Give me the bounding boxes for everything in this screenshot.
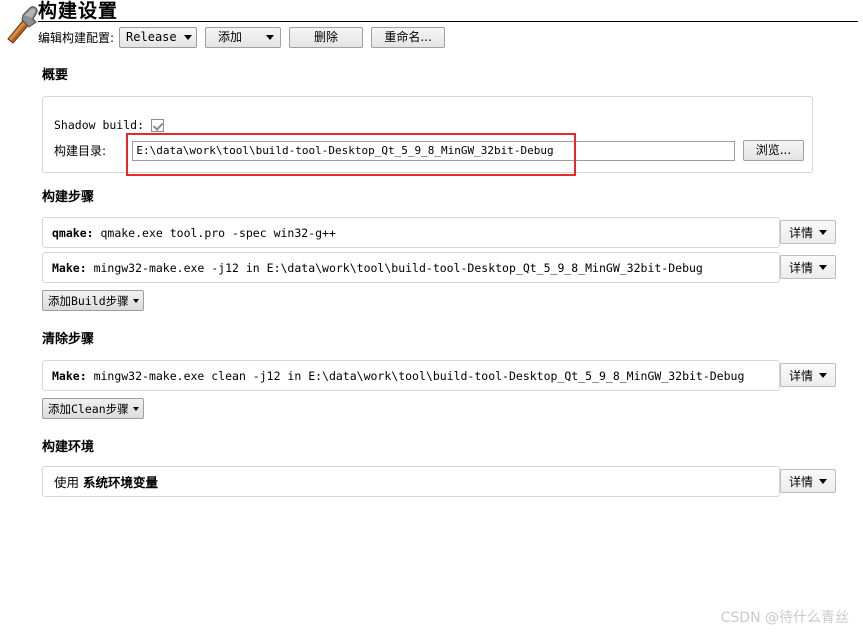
chevron-down-icon xyxy=(266,34,275,40)
build-step-details-button[interactable]: 详情 xyxy=(780,220,836,244)
build-directory-label: 构建目录: xyxy=(54,144,107,158)
build-step-details-button[interactable]: 详情 xyxy=(780,255,836,279)
chevron-down-icon xyxy=(819,478,827,484)
chevron-down-icon xyxy=(132,406,139,411)
clean-step-prefix: Make: xyxy=(52,368,87,383)
build-step-command: qmake.exe tool.pro -spec win32-g++ xyxy=(100,225,336,240)
build-step-text: Make: mingw32-make.exe -j12 in E:\data\w… xyxy=(43,261,703,275)
build-configuration-value: Release xyxy=(126,30,177,44)
add-configuration-button[interactable]: 添加 xyxy=(205,26,282,48)
build-steps-heading: 构建步骤 xyxy=(42,190,95,205)
chevron-down-icon xyxy=(183,34,192,40)
add-clean-step-button[interactable]: 添加Clean步骤 xyxy=(42,398,144,419)
build-environment-row: 使用 系统环境变量 xyxy=(42,466,780,497)
shadow-build-label: Shadow build: xyxy=(54,118,145,132)
clean-steps-heading: 清除步骤 xyxy=(42,332,95,347)
build-step-prefix: qmake: xyxy=(52,225,94,240)
build-configuration-bar: 编辑构建配置: Release 添加 删除 重命名... xyxy=(38,26,446,48)
shadow-build-checkbox[interactable] xyxy=(151,118,165,132)
add-clean-step-label: 添加Clean步骤 xyxy=(48,401,129,416)
build-environment-text: 使用 系统环境变量 xyxy=(43,472,158,491)
hammer-icon xyxy=(7,6,38,44)
add-build-step-label: 添加Build步骤 xyxy=(48,293,129,308)
build-environment-heading: 构建环境 xyxy=(42,440,95,455)
build-step-text: qmake: qmake.exe tool.pro -spec win32-g+… xyxy=(43,226,336,240)
clean-step-row: Make: mingw32-make.exe clean -j12 in E:\… xyxy=(42,360,780,391)
chevron-down-icon xyxy=(819,264,827,270)
clean-step-details-label: 详情 xyxy=(788,368,813,383)
clean-step-command: mingw32-make.exe clean -j12 in E:\data\w… xyxy=(93,368,745,383)
build-directory-row: 构建目录: E:\data\work\tool\build-tool-Deskt… xyxy=(54,140,804,161)
build-step-details-label: 详情 xyxy=(788,225,813,240)
chevron-down-icon xyxy=(819,372,827,378)
chevron-down-icon xyxy=(132,298,139,303)
browse-button[interactable]: 浏览... xyxy=(742,140,804,161)
build-directory-input[interactable]: E:\data\work\tool\build-tool-Desktop_Qt_… xyxy=(132,140,735,161)
build-environment-details-button[interactable]: 详情 xyxy=(780,469,836,493)
chevron-down-icon xyxy=(819,229,827,235)
build-step-command: mingw32-make.exe -j12 in E:\data\work\to… xyxy=(93,260,703,275)
build-environment-details-label: 详情 xyxy=(788,474,813,489)
watermark: CSDN @待什么青丝 xyxy=(720,610,849,626)
page-title: 构建设置 xyxy=(38,0,119,22)
summary-heading: 概要 xyxy=(42,68,69,83)
clean-step-text: Make: mingw32-make.exe clean -j12 in E:\… xyxy=(43,369,744,383)
build-step-prefix: Make: xyxy=(52,260,87,275)
build-step-row: qmake: qmake.exe tool.pro -spec win32-g+… xyxy=(42,217,780,248)
edit-build-config-label: 编辑构建配置: xyxy=(38,30,115,45)
build-environment-name: 系统环境变量 xyxy=(83,475,159,490)
build-configuration-select[interactable]: Release xyxy=(119,26,198,48)
clean-step-details-button[interactable]: 详情 xyxy=(780,363,836,387)
rename-configuration-button[interactable]: 重命名... xyxy=(371,26,446,48)
shadow-build-row: Shadow build: xyxy=(54,118,165,132)
summary-panel: Shadow build: 构建目录: E:\data\work\tool\bu… xyxy=(42,96,813,173)
add-configuration-label: 添加 xyxy=(218,29,243,44)
add-build-step-button[interactable]: 添加Build步骤 xyxy=(42,290,144,311)
build-step-row: Make: mingw32-make.exe -j12 in E:\data\w… xyxy=(42,252,780,283)
build-step-details-label: 详情 xyxy=(788,260,813,275)
delete-configuration-button[interactable]: 删除 xyxy=(289,26,364,48)
build-environment-use-label: 使用 xyxy=(54,475,80,490)
title-divider xyxy=(38,21,858,22)
